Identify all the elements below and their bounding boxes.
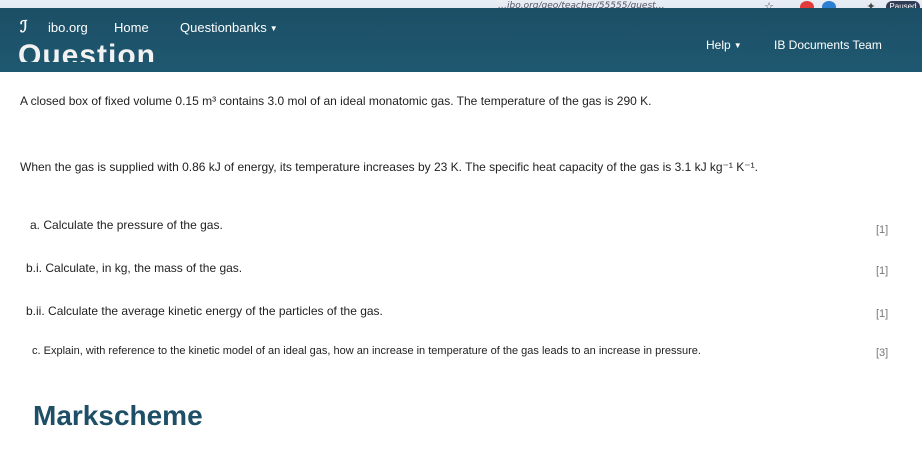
page-title: Question — [18, 39, 157, 62]
nav-home-link[interactable]: Home — [114, 20, 149, 35]
part-label: b.i. — [26, 261, 43, 275]
nav-help-menu[interactable]: Help ▼ — [706, 38, 742, 52]
question-intro: A closed box of fixed volume 0.15 m³ con… — [20, 94, 652, 108]
part-text: Calculate the pressure of the gas. — [43, 218, 223, 232]
site-navbar: ℐ ibo.org Home Questionbanks ▼ Help ▼ IB D… — [0, 8, 922, 72]
question-part-bii: b.ii. Calculate the average kinetic ener… — [26, 304, 383, 318]
part-label: a. — [30, 218, 41, 232]
markscheme-heading: Markscheme — [33, 400, 203, 431]
part-label: b.ii. — [26, 304, 45, 318]
part-text: Calculate, in kg, the mass of the gas. — [45, 261, 243, 275]
chevron-down-icon: ▼ — [269, 24, 278, 34]
marks-part-bii: [1] — [876, 308, 889, 320]
question-content: A closed box of fixed volume 0.15 m³ con… — [0, 72, 922, 452]
question-part-a: a. Calculate the pressure of the gas. — [30, 218, 223, 232]
question-context: When the gas is supplied with 0.86 kJ of… — [20, 160, 758, 174]
help-label: Help — [706, 38, 731, 52]
ib-logo-icon[interactable]: ℐ — [20, 19, 40, 37]
part-text: Calculate the average kinetic energy of … — [48, 304, 383, 318]
questionbanks-label: Questionbanks — [180, 20, 267, 35]
question-part-c: c. Explain, with reference to the kineti… — [32, 345, 701, 357]
part-text: Explain, with reference to the kinetic m… — [43, 345, 701, 357]
account-menu[interactable]: IB Documents Team — [774, 38, 882, 52]
marks-part-a: [1] — [876, 224, 889, 236]
chevron-down-icon: ▼ — [733, 41, 742, 51]
marks-part-bi: [1] — [876, 265, 889, 277]
marks-part-c: [3] — [876, 347, 889, 359]
question-part-bi: b.i. Calculate, in kg, the mass of the g… — [26, 261, 242, 275]
site-home-link[interactable]: ibo.org — [48, 20, 88, 35]
part-label: c. — [32, 345, 41, 357]
nav-questionbanks-menu[interactable]: Questionbanks ▼ — [180, 20, 278, 35]
